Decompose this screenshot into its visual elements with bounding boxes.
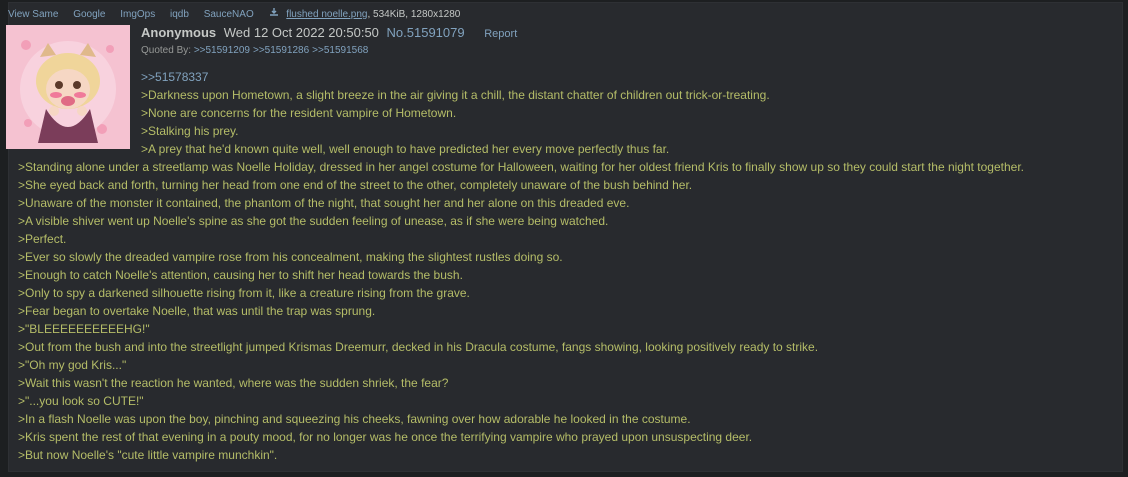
greentext-line: >Ever so slowly the dreaded vampire rose… — [18, 250, 563, 264]
greentext-line: >Darkness upon Hometown, a slight breeze… — [141, 88, 770, 102]
greentext-line: >Only to spy a darkened silhouette risin… — [18, 286, 470, 300]
download-icon[interactable] — [269, 7, 279, 20]
google-link[interactable]: Google — [73, 9, 105, 20]
quoted-by-row: Quoted By: >>51591209 >>51591286 >>5159156… — [141, 45, 371, 56]
greentext-line: >Standing alone under a streetlamp was N… — [18, 160, 1025, 174]
imgops-link[interactable]: ImgOps — [120, 9, 155, 20]
greentext-line: >She eyed back and forth, turning her he… — [18, 178, 693, 192]
greentext-line: >But now Noelle's "cute little vampire m… — [18, 448, 278, 462]
greentext-line: >A prey that he'd known quite well, well… — [141, 142, 670, 156]
backlink[interactable]: >>51591568 — [312, 45, 368, 56]
file-meta: , 534KiB, 1280x1280 — [367, 9, 461, 20]
post-header: Anonymous Wed 12 Oct 2022 20:50:50 No.51… — [141, 25, 517, 40]
quoted-by-label: Quoted By: — [141, 45, 192, 56]
view-same-link[interactable]: View Same — [8, 9, 58, 20]
greentext-line: >"Oh my god Kris..." — [18, 358, 127, 372]
greentext-line: >In a flash Noelle was upon the boy, pin… — [18, 412, 691, 426]
post-message: >>51578337 >Darkness upon Hometown, a sl… — [18, 68, 1118, 464]
backlink[interactable]: >>51591209 — [194, 45, 250, 56]
backlink[interactable]: >>51591286 — [253, 45, 309, 56]
greentext-line: >Unaware of the monster it contained, th… — [18, 196, 630, 210]
greentext-line: >None are concerns for the resident vamp… — [141, 106, 457, 120]
greentext-line: >"...you look so CUTE!" — [18, 394, 144, 408]
greentext-line: >Kris spent the rest of that evening in … — [18, 430, 753, 444]
greentext-line: >Wait this wasn't the reaction he wanted… — [18, 376, 449, 390]
poster-name: Anonymous — [141, 25, 217, 40]
file-info-bar: View Same Google ImgOps iqdb SauceNAO fl… — [8, 7, 460, 20]
post-datetime: Wed 12 Oct 2022 20:50:50 — [223, 25, 379, 40]
greentext-line: >Stalking his prey. — [141, 124, 239, 138]
greentext-line: >"BLEEEEEEEEEEHG!" — [18, 322, 150, 336]
report-link[interactable]: Report — [484, 28, 517, 40]
greentext-line: >Fear began to overtake Noelle, that was… — [18, 304, 376, 318]
iqdb-link[interactable]: iqdb — [170, 9, 189, 20]
greentext-line: >Out from the bush and into the streetli… — [18, 340, 819, 354]
greentext-line: >Perfect. — [18, 232, 67, 246]
file-name-link[interactable]: flushed noelle.png — [286, 9, 367, 20]
greentext-line: >Enough to catch Noelle's attention, cau… — [18, 268, 463, 282]
greentext-line: >A visible shiver went up Noelle's spine… — [18, 214, 609, 228]
saucenao-link[interactable]: SauceNAO — [204, 9, 254, 20]
message-line: >>51578337 — [18, 68, 1118, 86]
post-number-link[interactable]: No.51591079 — [387, 25, 465, 40]
quote-link[interactable]: >>51578337 — [141, 70, 208, 84]
